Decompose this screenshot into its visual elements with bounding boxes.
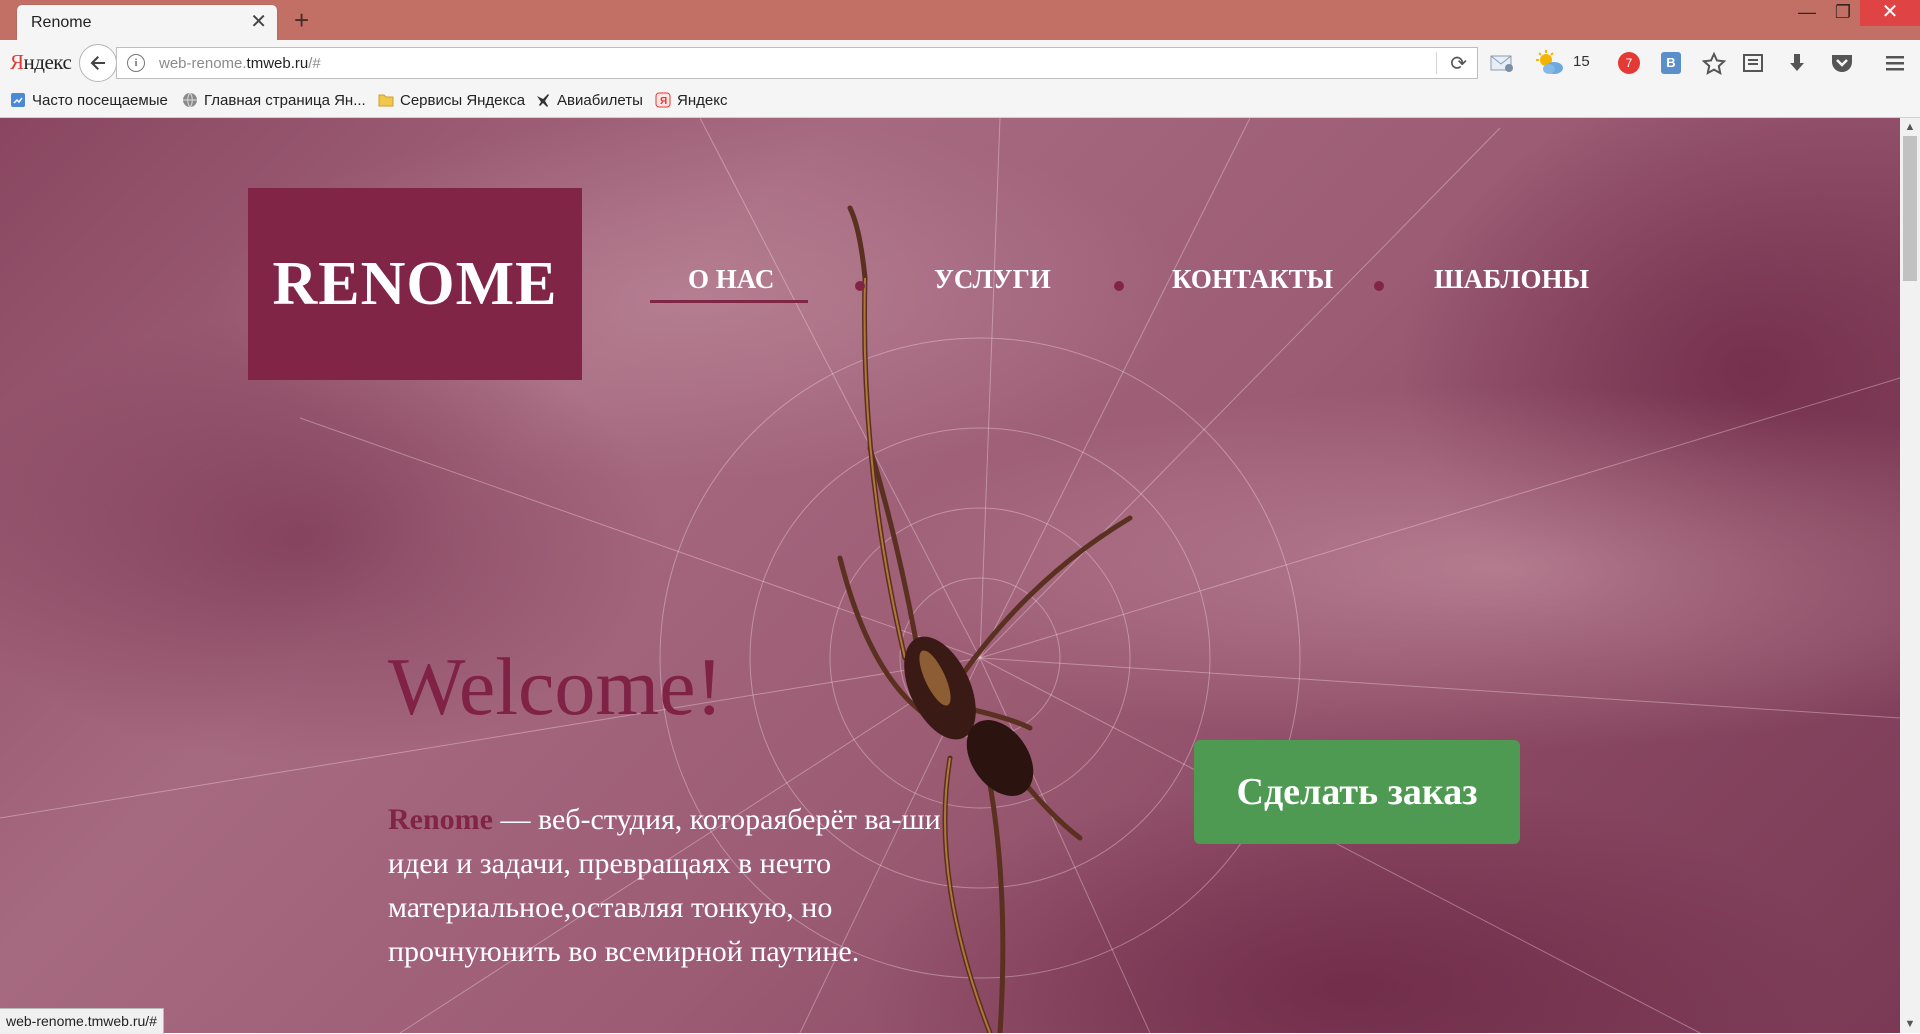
- globe-icon: [183, 92, 197, 108]
- url-suffix: /#: [308, 55, 321, 72]
- url-domain: tmweb.ru: [246, 55, 309, 72]
- bookmark-avia[interactable]: Авиабилеты: [535, 92, 643, 109]
- reload-icon[interactable]: ⟳: [1450, 51, 1467, 76]
- url-separator: [1436, 52, 1437, 74]
- nav-separator-dot: [1374, 281, 1384, 291]
- weather-temperature[interactable]: 15: [1573, 53, 1590, 70]
- intro-brand: Renome: [388, 803, 493, 836]
- new-tab-icon[interactable]: +: [294, 6, 309, 34]
- menu-icon[interactable]: [1884, 52, 1906, 74]
- bookmark-yandex-services[interactable]: Сервисы Яндекса: [378, 92, 525, 109]
- bookmark-label: Часто посещаемые: [32, 92, 168, 109]
- scroll-down-icon[interactable]: ▼: [1900, 1015, 1920, 1033]
- nav-services[interactable]: УСЛУГИ: [934, 264, 1051, 295]
- title-bar: Renome ✕ + — ❐ ✕: [0, 0, 1920, 40]
- navigation-toolbar: Яндекс i web-renome.tmweb.ru/# ⟳ 15 7 B: [0, 40, 1920, 86]
- nav-contacts[interactable]: КОНТАКТЫ: [1172, 264, 1333, 295]
- yandex-logo[interactable]: Яндекс: [10, 50, 72, 75]
- frequent-icon: [11, 93, 25, 107]
- bookmarks-bar: Часто посещаемые Главная страница Ян... …: [0, 86, 1920, 118]
- yandex-logo-rest: ндекс: [23, 50, 72, 74]
- notification-badge[interactable]: 7: [1618, 52, 1640, 74]
- url-prefix: web-renome.: [159, 55, 247, 72]
- nav-templates[interactable]: ШАБЛОНЫ: [1434, 264, 1589, 295]
- bookmark-frequent[interactable]: Часто посещаемые: [10, 92, 168, 109]
- bookmark-star-icon[interactable]: [1702, 52, 1726, 76]
- mail-icon[interactable]: [1490, 53, 1514, 73]
- web-page: RENOME О НАС УСЛУГИ КОНТАКТЫ ШАБЛОНЫ Wel…: [0, 118, 1900, 1033]
- bookmark-yandex-home[interactable]: Главная страница Ян...: [182, 92, 366, 109]
- nav-about[interactable]: О НАС: [688, 264, 774, 295]
- site-logo[interactable]: RENOME: [248, 188, 582, 380]
- scroll-up-icon[interactable]: ▲: [1900, 118, 1920, 136]
- browser-tab[interactable]: Renome ✕: [16, 4, 278, 40]
- scroll-thumb[interactable]: [1903, 136, 1917, 281]
- bookmark-yandex[interactable]: Я Яндекс: [655, 92, 727, 109]
- yandex-logo-first: Я: [10, 50, 24, 74]
- close-window-icon[interactable]: ✕: [1860, 0, 1920, 26]
- back-button[interactable]: [79, 44, 117, 82]
- weather-icon[interactable]: [1536, 50, 1564, 76]
- nav-separator-dot: [1114, 281, 1124, 291]
- minimize-icon[interactable]: —: [1790, 0, 1824, 26]
- bookmark-label: Авиабилеты: [557, 92, 643, 109]
- url-text[interactable]: web-renome.tmweb.ru/#: [159, 55, 321, 72]
- page-scrollbar[interactable]: ▲ ▼: [1900, 118, 1920, 1033]
- order-button[interactable]: Сделать заказ: [1194, 740, 1520, 844]
- nav-active-underline: [650, 300, 808, 303]
- bookmark-label: Яндекс: [677, 92, 728, 109]
- tab-title: Renome: [31, 14, 92, 31]
- extension-icon[interactable]: B: [1661, 52, 1681, 74]
- bookmark-label: Сервисы Яндекса: [400, 92, 526, 109]
- back-arrow-icon: [90, 56, 105, 70]
- folder-icon: [378, 94, 394, 107]
- pocket-icon[interactable]: [1830, 52, 1854, 74]
- intro-paragraph: Renome — веб-студия, котораяберёт ва-ши …: [388, 798, 988, 974]
- site-info-icon[interactable]: i: [127, 54, 145, 72]
- yandex-icon: Я: [655, 92, 671, 108]
- address-bar[interactable]: i web-renome.tmweb.ru/# ⟳: [116, 47, 1478, 79]
- logo-text: RENOME: [272, 249, 558, 318]
- download-icon[interactable]: [1786, 52, 1808, 74]
- bookmark-label: Главная страница Ян...: [204, 92, 366, 109]
- reading-list-icon[interactable]: [1742, 52, 1764, 74]
- nav-separator-dot: [855, 281, 865, 291]
- maximize-icon[interactable]: ❐: [1826, 0, 1860, 26]
- svg-text:Я: Я: [660, 96, 667, 107]
- status-url: web-renome.tmweb.ru/#: [0, 1008, 164, 1034]
- tab-close-icon[interactable]: ✕: [250, 10, 267, 34]
- airplane-icon: [537, 94, 549, 107]
- welcome-heading: Welcome!: [388, 641, 723, 732]
